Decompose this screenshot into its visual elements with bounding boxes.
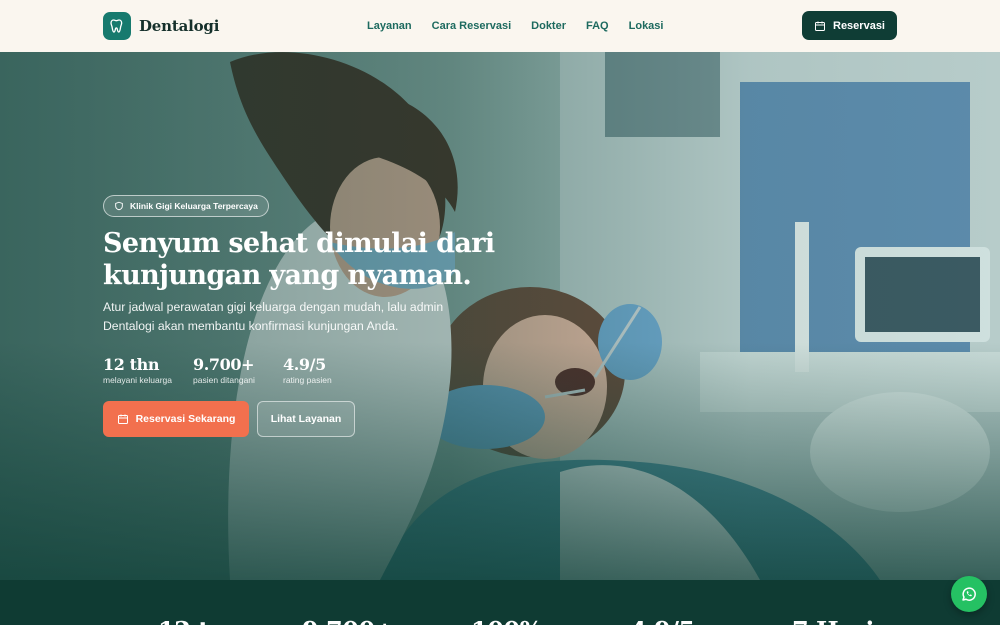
strip-stat: 12 t [158,616,209,625]
brand-logo[interactable]: Dentalogi [103,12,219,40]
brand-name: Dentalogi [139,17,220,35]
hero-stats: 12 thn melayani keluarga 9.700+ pasien d… [103,355,373,385]
reservasi-sekarang-button[interactable]: Reservasi Sekarang [103,401,249,437]
hero-headline-line1: Senyum sehat dimulai dari [103,228,495,259]
hero-stat-value: 9.700+ [193,355,255,374]
nav-item-layanan[interactable]: Layanan [367,20,412,32]
hero-section: Klinik Gigi Keluarga Terpercaya Senyum s… [0,52,1000,580]
reservasi-sekarang-label: Reservasi Sekarang [135,413,236,425]
header-reservasi-label: Reservasi [833,19,885,32]
whatsapp-icon [962,587,976,601]
nav-item-dokter[interactable]: Dokter [531,20,566,32]
hero-stat: 12 thn melayani keluarga [103,355,193,385]
strip-stat: 4.9/5 [630,616,695,625]
site-header: Dentalogi Layanan Cara Reservasi Dokter … [0,0,1000,52]
hero-stat-label: rating pasien [283,375,332,385]
lihat-layanan-label: Lihat Layanan [270,413,342,425]
hero-badge: Klinik Gigi Keluarga Terpercaya [103,195,269,217]
shield-icon [115,201,123,211]
hero-stat-value: 4.9/5 [283,355,326,374]
hero-stat: 4.9/5 rating pasien [283,355,373,385]
lihat-layanan-button[interactable]: Lihat Layanan [257,401,355,437]
header-reservasi-button[interactable]: Reservasi [802,11,897,40]
hero-headline-line2: kunjungan yang nyaman. [103,260,472,291]
hero-stat-label: pasien ditangani [193,375,255,385]
hero-badge-label: Klinik Gigi Keluarga Terpercaya [130,201,258,211]
hero-headline: Senyum sehat dimulai dari kunjungan yang… [103,228,523,292]
tooth-icon [103,12,131,40]
hero-stat-value: 12 thn [103,355,160,374]
nav-item-faq[interactable]: FAQ [586,20,609,32]
whatsapp-button[interactable] [951,576,987,612]
strip-stat: 100% [471,616,542,625]
hero-subtext: Atur jadwal perawatan gigi keluarga deng… [103,300,444,333]
hero-stat-label: melayani keluarga [103,375,172,385]
strip-stat: 7 Hari [792,616,875,625]
main-nav: Layanan Cara Reservasi Dokter FAQ Lokasi [367,0,663,52]
stats-strip: 12 t 9.700+ 100% 4.9/5 7 Hari [0,580,1000,625]
calendar-icon [117,414,128,424]
strip-stat: 9.700+ [302,616,395,625]
nav-item-lokasi[interactable]: Lokasi [629,20,664,32]
calendar-icon [815,21,825,31]
hero-stat: 9.700+ pasien ditangani [193,355,283,385]
nav-item-cara-reservasi[interactable]: Cara Reservasi [432,20,512,32]
